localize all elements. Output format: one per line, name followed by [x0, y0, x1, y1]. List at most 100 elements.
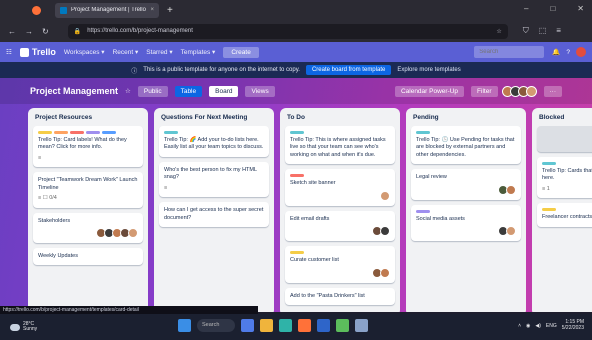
- card-badges: ≡ 1: [542, 186, 592, 193]
- reload-button[interactable]: ↻: [42, 27, 49, 36]
- forward-button[interactable]: →: [25, 27, 33, 36]
- close-tab-icon[interactable]: ×: [150, 7, 154, 13]
- url-bar[interactable]: 🔒 https://trello.com/b/project-managemen…: [67, 23, 508, 39]
- list-column[interactable]: Blocked Trello Tip: Cards that are blocke…: [532, 108, 592, 312]
- browser-tab[interactable]: Project Management | Trello ×: [55, 2, 159, 18]
- star-board-icon[interactable]: ☆: [125, 87, 131, 95]
- visibility-button[interactable]: Public: [137, 85, 168, 97]
- board-header: Project Management ☆ Public Table Board …: [0, 78, 592, 104]
- card-title: Sketch site banner: [290, 180, 336, 187]
- list-column[interactable]: To Do Trello Tip: This is where assigned …: [280, 108, 400, 312]
- card-badges: [38, 227, 138, 238]
- card[interactable]: How can I get access to the super secret…: [159, 202, 269, 227]
- card-labels: [290, 174, 390, 178]
- list-title[interactable]: To Do: [285, 114, 395, 121]
- calendar-powerup-button[interactable]: Calendar Power-Up: [394, 85, 465, 97]
- board-title[interactable]: Project Management: [30, 86, 118, 96]
- weather-widget[interactable]: 28°C Sunny: [0, 321, 120, 333]
- store-icon[interactable]: [336, 319, 349, 332]
- create-button[interactable]: Create: [223, 46, 259, 58]
- user-avatar[interactable]: [576, 47, 586, 57]
- shield-icon[interactable]: ⛉: [523, 26, 529, 36]
- banner-text: This is a public template for anyone on …: [143, 67, 300, 73]
- card-label: [102, 131, 116, 134]
- card[interactable]: Freelancer contracts: [537, 203, 592, 227]
- file-explorer-icon[interactable]: [260, 319, 273, 332]
- board-menu-button[interactable]: ···: [543, 85, 562, 97]
- task-view-icon[interactable]: [241, 319, 254, 332]
- settings-icon[interactable]: [355, 319, 368, 332]
- table-view-button[interactable]: Table: [174, 85, 203, 97]
- firefox-taskbar-icon[interactable]: [298, 319, 311, 332]
- templates-menu[interactable]: Templates ▾: [181, 48, 216, 56]
- card[interactable]: Trello Tip: 🌈 Add your to-do lists here.…: [159, 126, 269, 157]
- app-switcher-icon[interactable]: ☷: [6, 48, 12, 56]
- back-button[interactable]: ←: [8, 27, 16, 36]
- card[interactable]: Trello Tip: This is where assigned tasks…: [285, 126, 395, 165]
- card-title: Trello Tip: Card labels! What do they me…: [38, 137, 127, 151]
- close-window-button[interactable]: ✕: [577, 4, 584, 13]
- card[interactable]: Legal review: [411, 169, 521, 200]
- card-label: [38, 131, 52, 134]
- card-title: Add to the "Pasta Drinkers" list: [290, 292, 365, 299]
- card[interactable]: Stakeholders: [33, 212, 143, 243]
- card-badges: ≡ ☐ 0/4: [38, 195, 138, 202]
- list-column[interactable]: Questions For Next Meeting Trello Tip: 🌈 …: [154, 108, 274, 312]
- start-icon[interactable]: [178, 319, 191, 332]
- trello-logo[interactable]: Trello: [19, 47, 56, 57]
- notifications-icon[interactable]: 🔔: [552, 48, 560, 56]
- card-title: Freelancer contracts: [542, 214, 592, 221]
- weather-icon: [10, 323, 20, 331]
- card[interactable]: Sketch site banner: [285, 169, 395, 206]
- new-tab-button[interactable]: +: [167, 5, 173, 16]
- network-icon[interactable]: ◉: [526, 323, 530, 329]
- card-title: Stakeholders: [38, 217, 71, 224]
- bookmark-star-icon[interactable]: ☆: [496, 28, 501, 35]
- tray-chevron-icon[interactable]: ˄: [518, 323, 521, 329]
- list-column[interactable]: Pending Trello Tip: 🕒 Use Pending for tas…: [406, 108, 526, 312]
- list-title[interactable]: Questions For Next Meeting: [159, 114, 269, 121]
- card-label: [290, 251, 304, 255]
- list-title[interactable]: Blocked: [537, 114, 592, 121]
- language-indicator[interactable]: ENG: [546, 323, 557, 329]
- card-label: [70, 131, 84, 134]
- card[interactable]: Add to the "Pasta Drinkers" list: [285, 287, 395, 305]
- mail-icon[interactable]: [317, 319, 330, 332]
- filter-button[interactable]: Filter: [471, 85, 498, 97]
- browser-nav-bar: ← → ↻ 🔒 https://trello.com/b/project-man…: [0, 20, 592, 42]
- minimize-button[interactable]: –: [524, 4, 528, 13]
- views-button[interactable]: Views: [245, 85, 275, 97]
- search-input[interactable]: [474, 46, 545, 58]
- help-icon[interactable]: ?: [566, 49, 570, 56]
- volume-icon[interactable]: ◀): [535, 323, 541, 329]
- card[interactable]: Curate customer list: [285, 246, 395, 283]
- starred-menu[interactable]: Starred ▾: [146, 48, 172, 56]
- board-view-button[interactable]: Board: [209, 85, 239, 97]
- card[interactable]: Weekly Updates: [33, 247, 143, 266]
- create-from-template-button[interactable]: Create board from template: [305, 65, 392, 75]
- maximize-button[interactable]: □: [550, 4, 555, 13]
- list-title[interactable]: Project Resources: [33, 114, 143, 121]
- link-status-bar: https://trello.com/b/project-management/…: [0, 306, 258, 314]
- list-column[interactable]: Project Resources Trello Tip: Card labels…: [28, 108, 148, 312]
- recent-menu[interactable]: Recent ▾: [113, 48, 139, 56]
- card[interactable]: Social media assets: [411, 204, 521, 242]
- explore-templates-link[interactable]: Explore more templates: [397, 67, 460, 73]
- card[interactable]: Who's the best person to fix my HTML sna…: [159, 161, 269, 198]
- card-badge: ≡: [38, 154, 42, 161]
- workspaces-menu[interactable]: Workspaces ▾: [64, 48, 105, 56]
- browser-menu-button[interactable]: ≡: [556, 26, 561, 36]
- card-title: Trello Tip: 🌈 Add your to-do lists here.…: [164, 137, 264, 151]
- card[interactable]: Trello Tip: Card labels! What do they me…: [33, 126, 143, 168]
- list-title[interactable]: Pending: [411, 114, 521, 121]
- board-members[interactable]: [501, 85, 537, 97]
- edge-icon[interactable]: [279, 319, 292, 332]
- card[interactable]: Edit email drafts: [285, 210, 395, 242]
- card[interactable]: Trello Tip: 🕒 Use Pending for tasks that…: [411, 126, 521, 165]
- card[interactable]: Trello Tip: Cards that are blocked stay …: [537, 157, 592, 199]
- extensions-icon[interactable]: ⬚: [539, 26, 547, 36]
- clock[interactable]: 1:15 PM 5/22/2023: [562, 319, 584, 332]
- card[interactable]: Project "Teamwork Dream Work" Launch Tim…: [33, 172, 143, 208]
- taskbar-search[interactable]: Search: [197, 319, 235, 332]
- card[interactable]: [537, 126, 592, 152]
